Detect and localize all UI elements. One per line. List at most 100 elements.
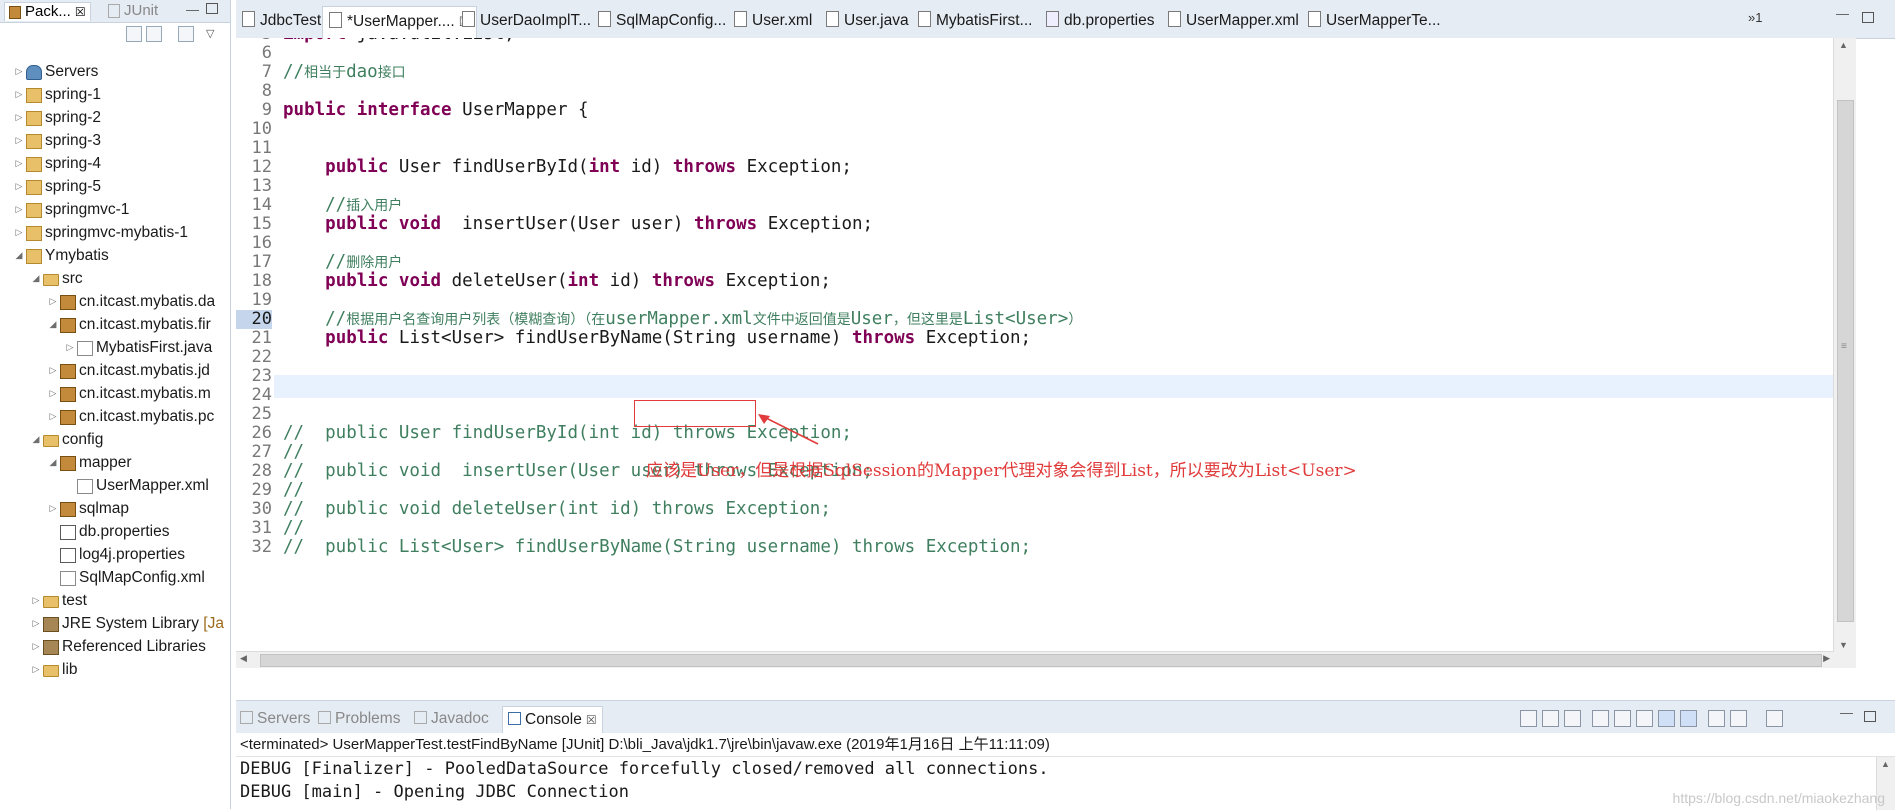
code-editor[interactable]: 3678910111213141516171819202122232425262… xyxy=(236,38,1856,668)
vertical-scrollbar[interactable]: ▲ ≡ ▼ xyxy=(1833,38,1856,668)
tree-item[interactable]: ▷ spring-1 xyxy=(0,83,230,106)
editor-tab[interactable]: MybatisFirst... xyxy=(918,8,1032,34)
console-tab[interactable]: Console ☒ xyxy=(502,706,603,733)
tree-item[interactable]: ▷ test xyxy=(0,589,230,612)
collapse-arrow-icon[interactable]: ◢ xyxy=(31,428,41,451)
collapse-arrow-icon[interactable]: ◢ xyxy=(48,313,58,336)
remove-all-icon[interactable] xyxy=(1564,710,1581,727)
pin-console-icon[interactable] xyxy=(1708,710,1725,727)
expand-arrow-icon[interactable]: ▷ xyxy=(48,359,58,382)
expand-arrow-icon[interactable]: ▷ xyxy=(14,221,24,244)
code-line[interactable]: // public List<User> findUserByName(Stri… xyxy=(283,538,1031,557)
code-line[interactable]: //相当于dao接口 xyxy=(283,63,406,82)
tree-item[interactable]: ▷ JRE System Library [Ja xyxy=(0,612,230,635)
code-area[interactable]: import java.util.List; //相当于dao接口 public i… xyxy=(283,38,1853,668)
code-line[interactable]: public void insertUser(User user) throws… xyxy=(283,215,873,234)
tree-item[interactable]: ▷ spring-2 xyxy=(0,106,230,129)
tree-item[interactable]: ▷ cn.itcast.mybatis.m xyxy=(0,382,230,405)
expand-arrow-icon[interactable]: ▷ xyxy=(31,589,41,612)
show-console-stderr-icon[interactable] xyxy=(1680,710,1697,727)
vertical-scroll-thumb[interactable]: ≡ xyxy=(1837,100,1854,622)
code-line[interactable]: public interface UserMapper { xyxy=(283,101,589,120)
code-line[interactable]: //插入用户 xyxy=(283,196,402,215)
tree-item[interactable]: ◢ mapper xyxy=(0,451,230,474)
editor-tab[interactable]: db.properties xyxy=(1046,8,1154,34)
scroll-up-icon[interactable]: ▲ xyxy=(1881,759,1890,769)
tree-item[interactable]: ▷ lib xyxy=(0,658,230,681)
tree-item[interactable]: log4j.properties xyxy=(0,543,230,566)
scroll-lock-icon[interactable] xyxy=(1614,710,1631,727)
tree-item[interactable]: ◢ Ymybatis xyxy=(0,244,230,267)
horizontal-scroll-thumb[interactable] xyxy=(260,654,1822,667)
tree-item[interactable]: ▷ Servers xyxy=(0,60,230,83)
console-minimize-icon[interactable]: — xyxy=(1840,705,1853,720)
view-menu-icon[interactable]: ▽ xyxy=(206,27,214,40)
expand-arrow-icon[interactable]: ▷ xyxy=(31,658,41,681)
code-line[interactable]: //删除用户 xyxy=(283,253,402,272)
close-icon[interactable]: ☒ xyxy=(75,5,86,19)
clear-console-icon[interactable] xyxy=(1592,710,1609,727)
tab-package-explorer[interactable]: Pack... ☒ xyxy=(4,2,91,21)
console-tab[interactable]: Javadoc xyxy=(414,706,489,732)
display-console-icon[interactable] xyxy=(1730,710,1747,727)
tree-item[interactable]: db.properties xyxy=(0,520,230,543)
code-line[interactable]: public void deleteUser(int id) throws Ex… xyxy=(283,272,831,291)
expand-arrow-icon[interactable]: ▷ xyxy=(48,405,58,428)
terminate-icon[interactable] xyxy=(1520,710,1537,727)
tree-item[interactable]: ▷ spring-4 xyxy=(0,152,230,175)
maximize-icon[interactable] xyxy=(206,3,218,14)
expand-arrow-icon[interactable]: ▷ xyxy=(14,198,24,221)
tree-item[interactable]: SqlMapConfig.xml xyxy=(0,566,230,589)
expand-arrow-icon[interactable]: ▷ xyxy=(31,635,41,658)
tree-item[interactable]: ▷ MybatisFirst.java xyxy=(0,336,230,359)
console-tab[interactable]: Servers xyxy=(240,706,310,732)
tree-item[interactable]: ▷ spring-3 xyxy=(0,129,230,152)
expand-arrow-icon[interactable]: ▷ xyxy=(14,152,24,175)
console-maximize-icon[interactable] xyxy=(1864,711,1876,722)
expand-arrow-icon[interactable]: ▷ xyxy=(48,497,58,520)
word-wrap-icon[interactable] xyxy=(1636,710,1653,727)
horizontal-scrollbar[interactable]: ◀ ▶ xyxy=(236,651,1834,668)
code-line[interactable]: public List<User> findUserByName(String … xyxy=(283,329,1031,348)
code-line[interactable]: // xyxy=(283,481,304,500)
code-line[interactable]: // xyxy=(283,519,304,538)
link-with-editor-icon[interactable] xyxy=(146,26,162,42)
editor-tab[interactable]: UserDaoImplT... xyxy=(462,8,591,34)
scroll-left-icon[interactable]: ◀ xyxy=(240,653,247,664)
expand-arrow-icon[interactable]: ▷ xyxy=(48,290,58,313)
editor-tab[interactable]: UserMapper.xml xyxy=(1168,8,1299,34)
code-line[interactable]: public User findUserById(int id) throws … xyxy=(283,158,852,177)
editor-tab[interactable]: UserMapperTe... xyxy=(1308,8,1441,34)
collapse-arrow-icon[interactable]: ◢ xyxy=(31,267,41,290)
code-line[interactable]: // public void deleteUser(int id) throws… xyxy=(283,500,831,519)
tree-item[interactable]: ▷ cn.itcast.mybatis.jd xyxy=(0,359,230,382)
expand-arrow-icon[interactable]: ▷ xyxy=(31,612,41,635)
editor-maximize-icon[interactable] xyxy=(1862,12,1874,23)
remove-launch-icon[interactable] xyxy=(1542,710,1559,727)
editor-minimize-icon[interactable]: — xyxy=(1836,6,1849,21)
code-line[interactable]: import java.util.List; xyxy=(283,38,515,44)
code-line[interactable]: // xyxy=(283,443,304,462)
collapse-arrow-icon[interactable]: ◢ xyxy=(48,451,58,474)
focus-icon[interactable] xyxy=(178,26,194,42)
close-icon[interactable]: ☒ xyxy=(586,713,597,727)
show-console-stdout-icon[interactable] xyxy=(1658,710,1675,727)
editor-tab[interactable]: SqlMapConfig... xyxy=(598,8,726,34)
tree-item[interactable]: ▷ springmvc-mybatis-1 xyxy=(0,221,230,244)
editor-tab[interactable]: *UserMapper....☒ xyxy=(322,6,478,39)
expand-arrow-icon[interactable]: ▷ xyxy=(14,129,24,152)
collapse-arrow-icon[interactable]: ◢ xyxy=(14,244,24,267)
scroll-up-icon[interactable]: ▲ xyxy=(1839,40,1848,50)
expand-arrow-icon[interactable]: ▷ xyxy=(14,175,24,198)
open-console-icon[interactable] xyxy=(1766,710,1783,727)
collapse-all-icon[interactable] xyxy=(126,26,142,42)
tree-item[interactable]: ▷ Referenced Libraries xyxy=(0,635,230,658)
tree-item[interactable]: ▷ springmvc-1 xyxy=(0,198,230,221)
scroll-right-icon[interactable]: ▶ xyxy=(1823,653,1830,664)
fold-toggle-icon[interactable]: ⊕ xyxy=(272,38,281,40)
tree-item[interactable]: ◢ config xyxy=(0,428,230,451)
expand-arrow-icon[interactable]: ▷ xyxy=(65,336,75,359)
tab-junit[interactable]: JUnit xyxy=(108,2,158,20)
editor-tab[interactable]: User.java xyxy=(826,8,909,34)
console-tab[interactable]: Problems xyxy=(318,706,400,732)
